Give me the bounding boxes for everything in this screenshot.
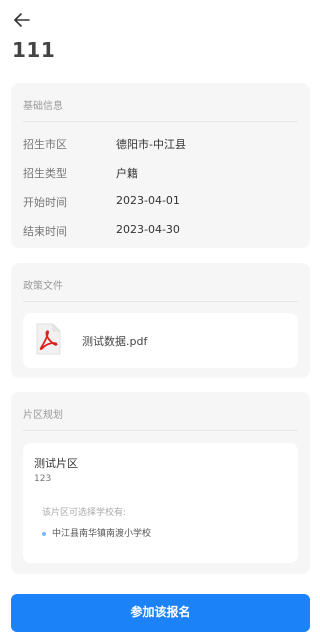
info-value: 2023-04-01 <box>116 194 180 207</box>
info-label: 招生市区 <box>23 138 67 151</box>
district-plan-title: 片区规划 <box>23 410 63 421</box>
info-row-end: 结束时间 2023-04-30 <box>23 223 298 239</box>
schools-label: 该片区可选择学校有: <box>42 508 127 518</box>
info-value: 德阳市-中江县 <box>116 138 186 151</box>
school-name: 中江县南华镇南渡小学校 <box>52 529 152 539</box>
info-row-type: 招生类型 户籍 <box>23 165 298 181</box>
info-value: 户籍 <box>116 167 138 180</box>
policy-files-card: 政策文件 测试数据.pdf <box>11 263 310 378</box>
basic-info-title: 基础信息 <box>23 101 63 112</box>
info-value: 2023-04-30 <box>116 223 180 236</box>
join-registration-button[interactable]: 参加该报名 <box>11 594 310 632</box>
pdf-icon <box>35 323 61 355</box>
basic-info-card: 基础信息 招生市区 德阳市-中江县 招生类型 户籍 开始时间 2023-04-0… <box>11 83 310 248</box>
page-title: 111 <box>12 38 56 62</box>
info-label: 招生类型 <box>23 167 67 180</box>
divider <box>23 121 298 122</box>
back-button[interactable] <box>12 10 32 30</box>
info-row-district: 招生市区 德阳市-中江县 <box>23 136 298 152</box>
divider <box>23 430 298 431</box>
info-label: 结束时间 <box>23 225 67 238</box>
policy-files-title: 政策文件 <box>23 281 63 292</box>
arrow-left-icon <box>14 13 30 27</box>
info-label: 开始时间 <box>23 196 67 209</box>
policy-file-item[interactable]: 测试数据.pdf <box>23 313 298 368</box>
district-plan-card: 片区规划 测试片区 123 该片区可选择学校有: 中江县南华镇南渡小学校 <box>11 392 310 574</box>
area-code: 123 <box>34 474 52 484</box>
divider <box>23 301 298 302</box>
school-list-item: 中江县南华镇南渡小学校 <box>42 526 151 539</box>
area-card: 测试片区 123 该片区可选择学校有: 中江县南华镇南渡小学校 <box>23 443 298 563</box>
bullet-dot-icon <box>42 531 46 536</box>
file-name: 测试数据.pdf <box>82 335 148 348</box>
area-name: 测试片区 <box>34 457 78 470</box>
info-row-start: 开始时间 2023-04-01 <box>23 194 298 210</box>
